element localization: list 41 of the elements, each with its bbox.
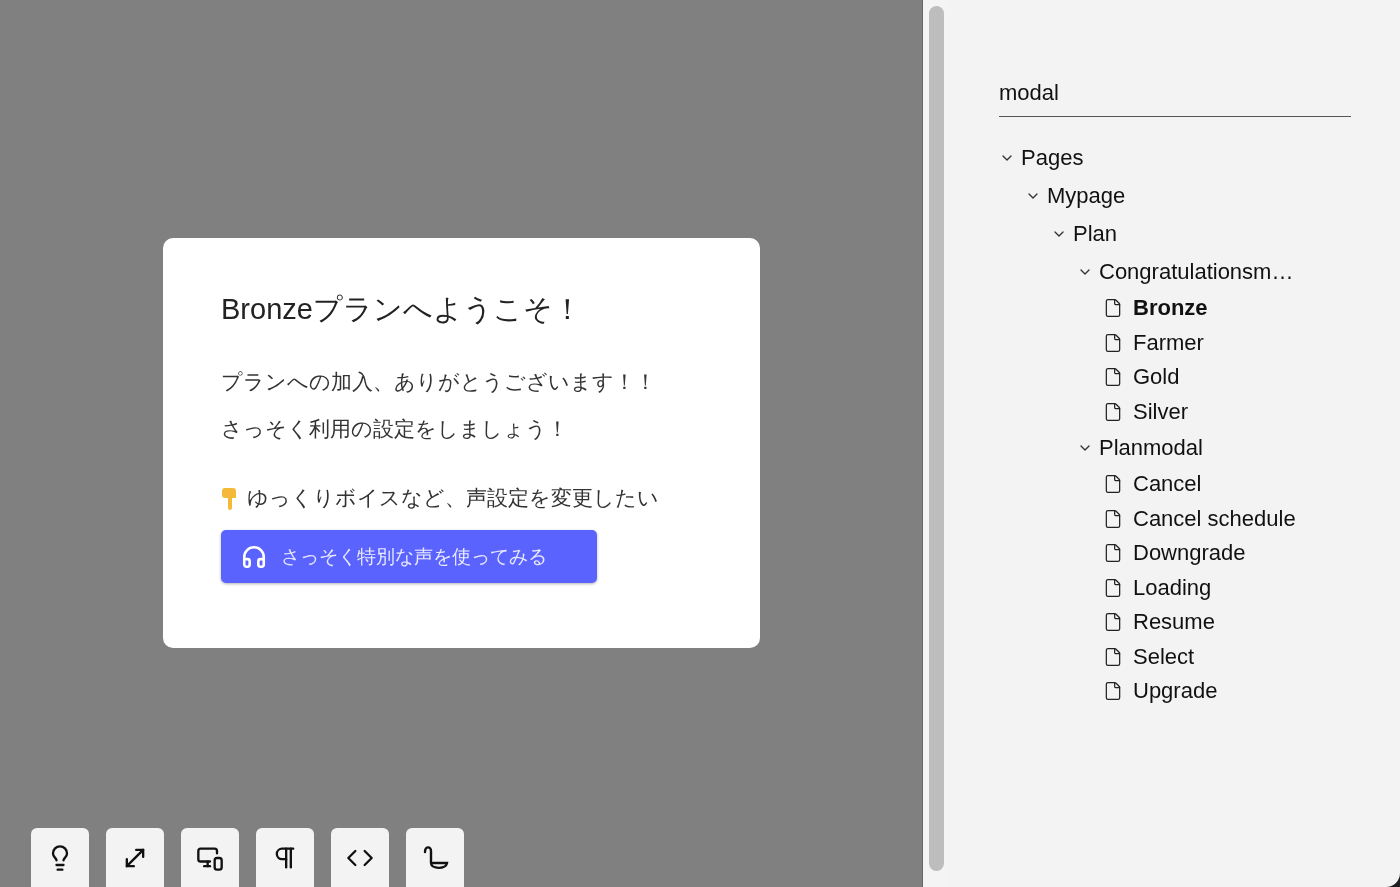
document-icon <box>1103 681 1123 702</box>
hint-text: ゆっくりボイスなど、声設定を変更したい <box>247 485 659 511</box>
document-icon <box>1103 298 1123 319</box>
tree-page[interactable]: Downgrade <box>1133 540 1246 567</box>
tree-page[interactable]: Gold <box>1133 364 1180 391</box>
document-icon <box>1103 646 1123 667</box>
scrollbar-thumb[interactable] <box>929 6 944 871</box>
try-voice-button[interactable]: さっそく特別な声を使ってみる <box>221 530 597 583</box>
tree-folder[interactable]: Mypage <box>1047 183 1126 209</box>
document-icon <box>1103 401 1123 422</box>
document-icon <box>1103 543 1123 564</box>
toolbar-button[interactable] <box>256 828 314 887</box>
tree-page[interactable]: Cancel <box>1133 471 1202 498</box>
tree-folder[interactable]: Planmodal <box>1099 435 1203 461</box>
modal-text: プランへの加入、ありがとうございます！！ <box>221 369 657 395</box>
tree-folder[interactable]: Congratulationsm… <box>1099 259 1294 285</box>
modal-text: さっそく利用の設定をしましょう！ <box>221 416 569 442</box>
headphones-icon <box>241 543 267 570</box>
toolbar-button[interactable] <box>181 828 239 887</box>
toolbar-button[interactable] <box>406 828 464 887</box>
tree-folder[interactable]: Pages <box>1021 145 1084 171</box>
tree-page[interactable]: Cancel schedule <box>1133 505 1296 532</box>
document-icon <box>1103 577 1123 598</box>
tree-folder[interactable]: Plan <box>1073 221 1118 247</box>
tree-page[interactable]: Upgrade <box>1133 678 1218 705</box>
modal-title: Bronzeプランへようこそ！ <box>221 292 583 327</box>
tree-page[interactable]: Farmer <box>1133 329 1204 356</box>
tree-page[interactable]: Select <box>1133 643 1195 670</box>
document-icon <box>1103 367 1123 388</box>
document-icon <box>1103 474 1123 495</box>
search-field[interactable]: modal <box>999 80 1351 117</box>
tree-page[interactable]: Loading <box>1133 574 1212 601</box>
toolbar-button[interactable] <box>31 828 89 887</box>
document-icon <box>1103 332 1123 353</box>
tree-page[interactable]: Silver <box>1133 398 1188 425</box>
toolbar-button[interactable] <box>331 828 389 887</box>
tree-page[interactable]: Resume <box>1133 609 1215 636</box>
toolbar-button[interactable] <box>106 828 164 887</box>
document-icon <box>1103 508 1123 529</box>
tree-page[interactable]: Bronze <box>1133 295 1208 322</box>
document-icon <box>1103 612 1123 633</box>
